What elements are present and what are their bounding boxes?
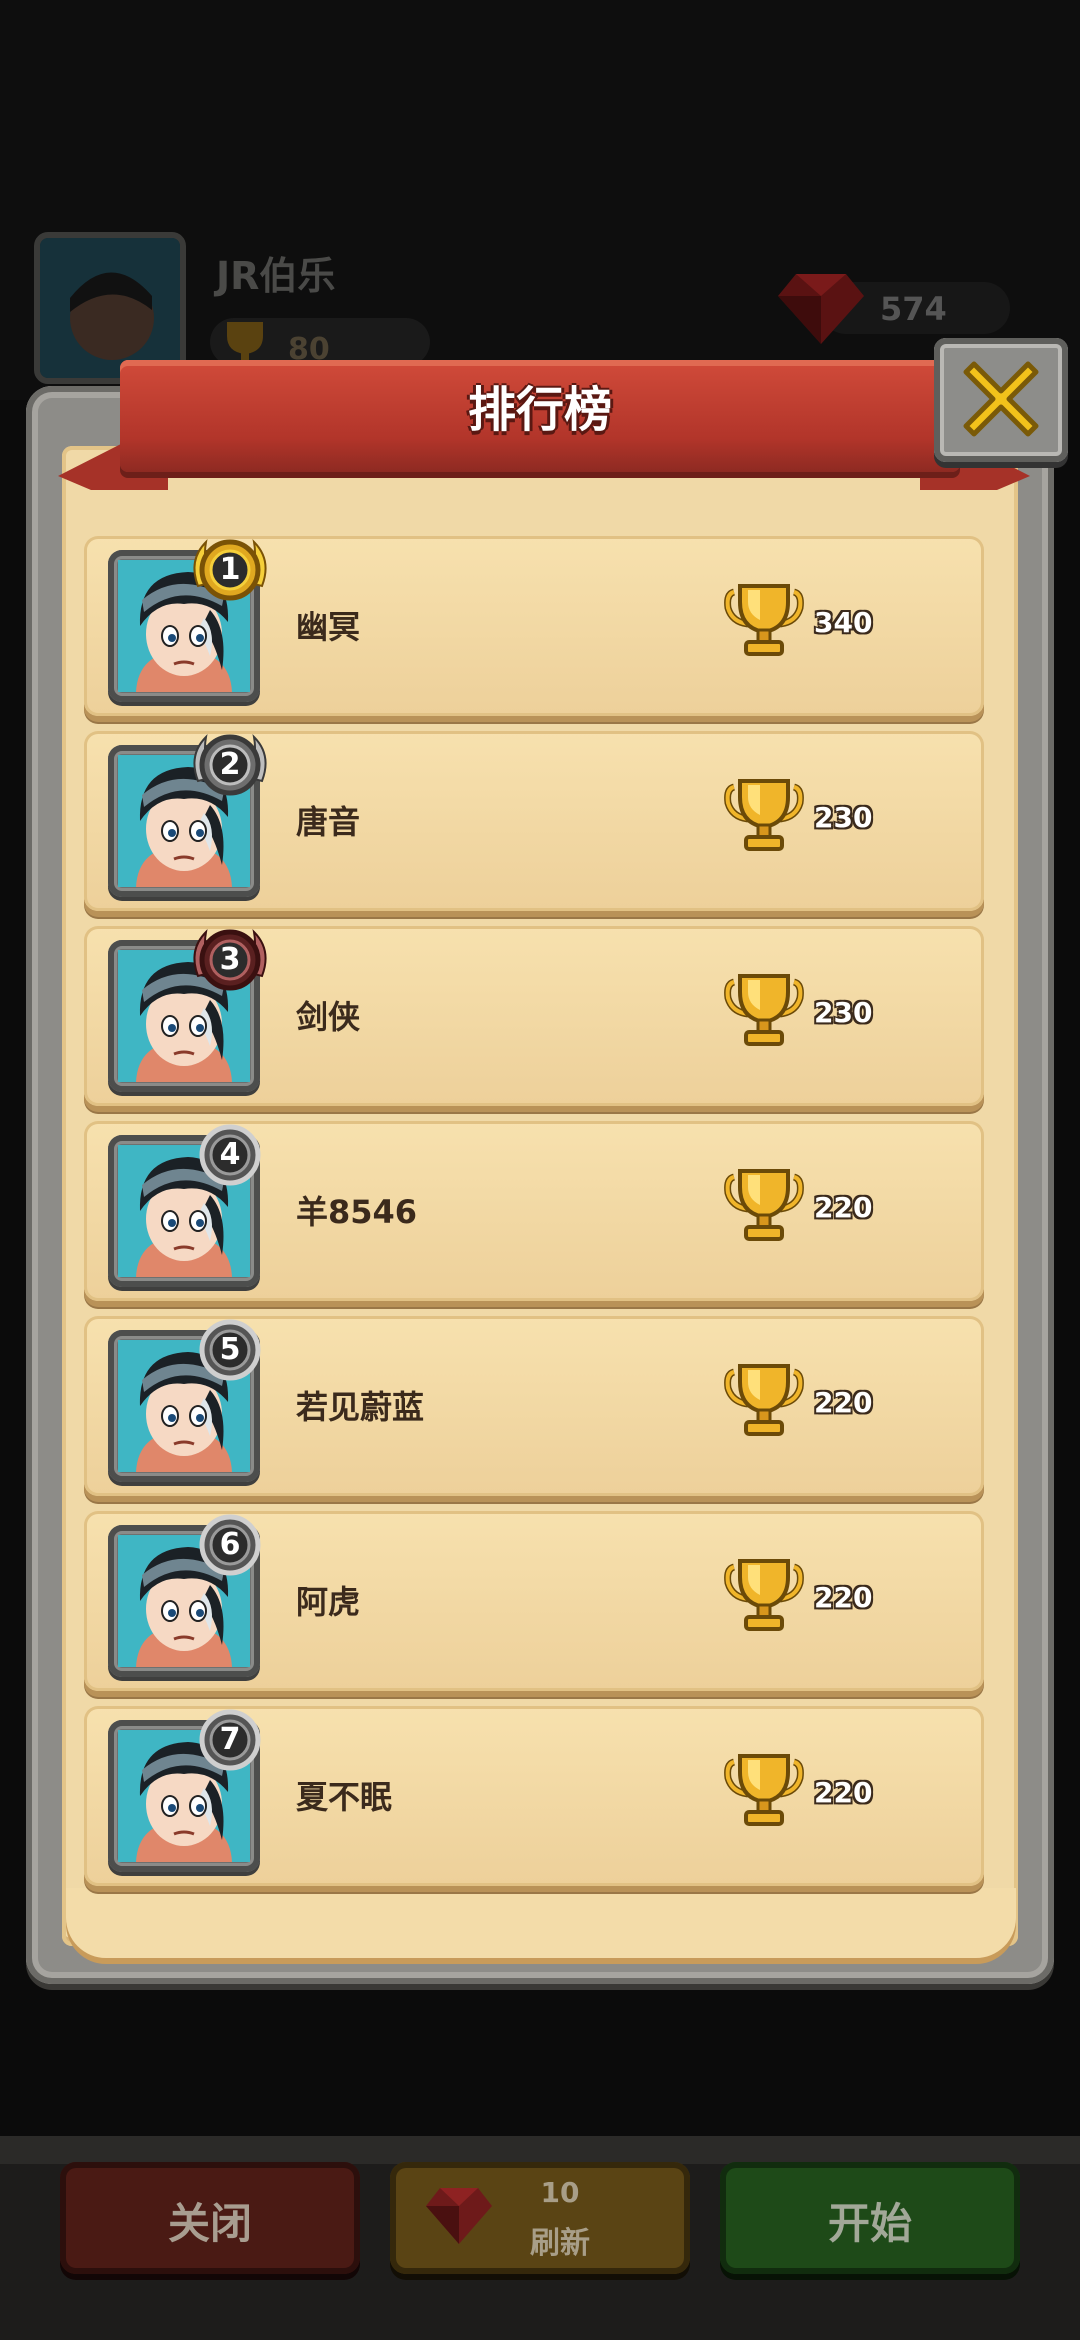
- refresh-cost: 10: [540, 2176, 580, 2209]
- player-name: 若见蔚蓝: [296, 1388, 425, 1426]
- rank-number: 6: [219, 1527, 241, 1562]
- player-gems: 574: [880, 290, 947, 328]
- parchment-curl: [66, 1888, 1016, 1958]
- leaderboard-row[interactable]: 6 阿虎 220: [84, 1511, 984, 1691]
- trophy-score: 220: [814, 1191, 873, 1224]
- rank-badge: 1: [184, 530, 276, 610]
- trophy-icon: [724, 779, 804, 851]
- rank-number: 4: [219, 1137, 241, 1172]
- player-name: 幽冥: [296, 608, 361, 646]
- leaderboard-row[interactable]: 4 羊8546 220: [84, 1121, 984, 1301]
- rank-number: 2: [219, 747, 241, 782]
- rank-badge: 2: [184, 725, 276, 805]
- trophy-icon: [724, 1169, 804, 1241]
- start-button[interactable]: 开始: [720, 2162, 1020, 2274]
- leaderboard-row[interactable]: 3 剑侠 230: [84, 926, 984, 1106]
- trophy-icon: [724, 1364, 804, 1436]
- rank-badge: 3: [184, 920, 276, 1000]
- refresh-button[interactable]: 10 刷新: [390, 2162, 690, 2274]
- rank-badge: 6: [184, 1505, 276, 1585]
- player-name: JR伯乐: [216, 254, 336, 298]
- ruby-gem-icon: [778, 274, 864, 344]
- trophy-score: 230: [814, 801, 873, 834]
- refresh-button-label: 刷新: [530, 2226, 590, 2261]
- close-button-label: 关闭: [167, 2199, 252, 2248]
- ruby-gem-icon: [426, 2188, 492, 2244]
- close-button[interactable]: 关闭: [60, 2162, 360, 2274]
- dialog-title: 排行榜: [467, 382, 612, 438]
- player-name: 阿虎: [296, 1583, 361, 1621]
- rank-number: 5: [219, 1332, 241, 1367]
- rank-number: 1: [219, 552, 241, 587]
- rank-number: 3: [219, 942, 241, 977]
- trophy-icon: [724, 974, 804, 1046]
- trophy-score: 220: [814, 1776, 873, 1809]
- bottom-bar-edge: [0, 2136, 1080, 2164]
- trophy-icon: [724, 584, 804, 656]
- leaderboard-row[interactable]: 7 夏不眠 220: [84, 1706, 984, 1886]
- player-name: 羊8546: [296, 1193, 418, 1231]
- rank-badge: 5: [184, 1310, 276, 1390]
- leaderboard-row[interactable]: 1 幽冥 340: [84, 536, 984, 716]
- trophy-score: 220: [814, 1386, 873, 1419]
- trophy-score: 230: [814, 996, 873, 1029]
- rank-number: 7: [219, 1722, 241, 1757]
- rank-badge: 4: [184, 1115, 276, 1195]
- rank-badge: 7: [184, 1700, 276, 1780]
- close-x-icon: [963, 361, 1039, 437]
- trophy-icon: [724, 1559, 804, 1631]
- trophy-score: 220: [814, 1581, 873, 1614]
- trophy-score: 340: [814, 606, 873, 639]
- leaderboard-row[interactable]: 2 唐音 230: [84, 731, 984, 911]
- player-name: 唐音: [296, 803, 361, 841]
- player-name: 夏不眠: [296, 1778, 393, 1816]
- player-name: 剑侠: [296, 998, 361, 1036]
- start-button-label: 开始: [827, 2199, 912, 2248]
- trophy-icon: [724, 1754, 804, 1826]
- close-dialog-button[interactable]: [934, 338, 1068, 462]
- leaderboard-row[interactable]: 5 若见蔚蓝 220: [84, 1316, 984, 1496]
